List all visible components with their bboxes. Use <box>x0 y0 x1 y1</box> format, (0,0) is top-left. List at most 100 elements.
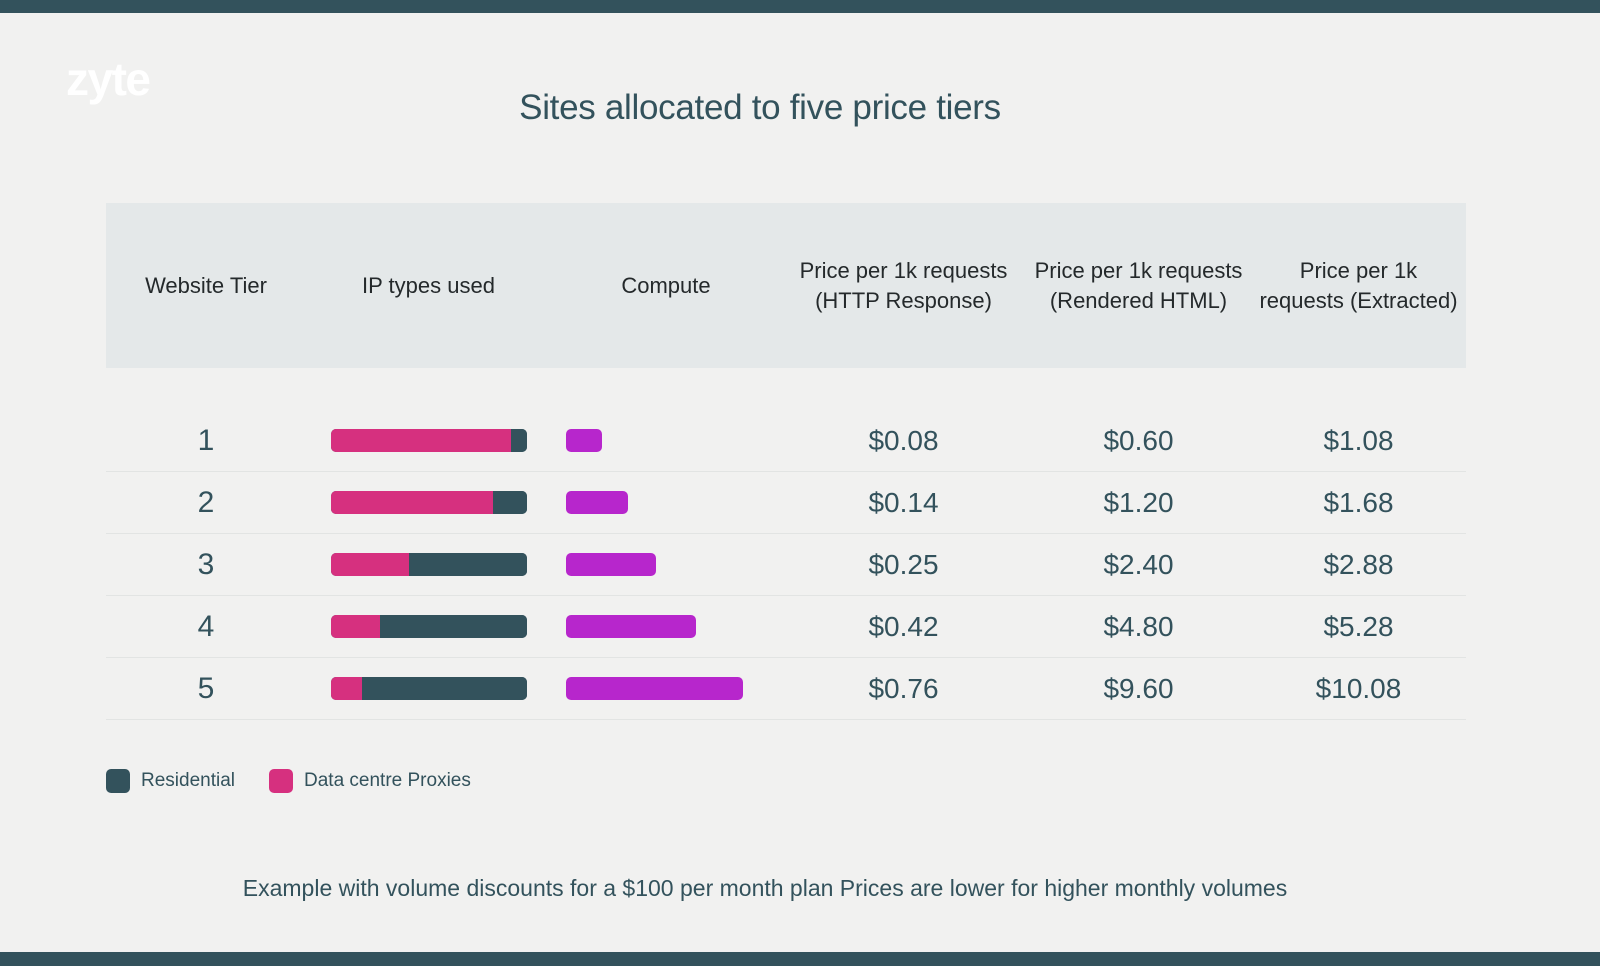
cell-price-extracted: $1.68 <box>1251 472 1466 533</box>
column-header-price-rendered: Price per 1k requests (Rendered HTML) <box>1034 257 1243 313</box>
price-http-value: $0.76 <box>868 672 939 704</box>
cell-website-tier: 4 <box>106 596 306 657</box>
cell-ip-types-used <box>306 658 551 719</box>
cell-compute <box>551 658 781 719</box>
cell-price-http: $0.76 <box>781 658 1026 719</box>
compute-bar <box>566 429 602 452</box>
price-extracted-value: $10.08 <box>1315 672 1402 704</box>
column-header-price-http: Price per 1k requests (HTTP Response) <box>799 257 1008 313</box>
cell-website-tier: 2 <box>106 472 306 533</box>
cell-price-extracted: $2.88 <box>1251 534 1466 595</box>
column-header-price-extracted: Price per 1k requests (Extracted) <box>1259 257 1458 313</box>
cell-ip-types-used <box>306 534 551 595</box>
legend: Residential Data centre Proxies <box>106 769 471 793</box>
ip-segment-residential <box>379 615 527 638</box>
cell-price-rendered: $4.80 <box>1026 596 1251 657</box>
price-http-value: $0.08 <box>868 424 939 456</box>
table-row: 5 $0.76 $9.60 $10.08 <box>106 658 1466 720</box>
footnote: Example with volume discounts for a $100… <box>242 875 1288 901</box>
price-rendered-value: $1.20 <box>1103 486 1174 518</box>
ip-segment-residential <box>361 677 527 700</box>
bottom-accent-bar <box>0 952 1600 966</box>
ip-segment-datacentre-proxies <box>330 615 380 638</box>
compute-bar-track <box>566 677 766 700</box>
cell-website-tier: 3 <box>106 534 306 595</box>
cell-compute <box>551 410 781 471</box>
table-row: 1 $0.08 $0.60 $1.08 <box>106 410 1466 472</box>
tier-number: 5 <box>197 671 215 705</box>
ip-segment-datacentre-proxies <box>330 429 511 452</box>
legend-item: Residential <box>106 769 235 793</box>
ip-segment-residential <box>493 491 527 514</box>
cell-price-http: $0.08 <box>781 410 1026 471</box>
ip-segment-residential <box>408 553 527 576</box>
legend-swatch-icon <box>106 769 130 793</box>
cell-price-extracted: $1.08 <box>1251 410 1466 471</box>
compute-bar-track <box>566 491 766 514</box>
tier-number: 2 <box>197 485 215 519</box>
ip-mix-bar <box>330 491 527 514</box>
ip-mix-bar <box>330 429 527 452</box>
ip-mix-bar <box>330 615 527 638</box>
legend-swatch-icon <box>269 769 293 793</box>
cell-price-http: $0.14 <box>781 472 1026 533</box>
cell-price-rendered: $0.60 <box>1026 410 1251 471</box>
compute-bar <box>566 677 743 700</box>
cell-compute <box>551 596 781 657</box>
compute-bar <box>566 491 628 514</box>
cell-compute <box>551 534 781 595</box>
column-header-ip-types-used: IP types used <box>362 272 495 298</box>
cell-price-rendered: $9.60 <box>1026 658 1251 719</box>
pricing-table: Website Tier IP types used Compute Price… <box>106 203 1466 720</box>
ip-mix-bar <box>330 677 527 700</box>
price-rendered-value: $2.40 <box>1103 548 1174 580</box>
price-extracted-value: $1.68 <box>1323 486 1394 518</box>
compute-bar-track <box>566 553 766 576</box>
table-row: 3 $0.25 $2.40 $2.88 <box>106 534 1466 596</box>
table-row: 2 $0.14 $1.20 $1.68 <box>106 472 1466 534</box>
cell-price-rendered: $2.40 <box>1026 534 1251 595</box>
ip-segment-datacentre-proxies <box>330 553 409 576</box>
price-extracted-value: $2.88 <box>1323 548 1394 580</box>
cell-price-extracted: $5.28 <box>1251 596 1466 657</box>
legend-label: Residential <box>141 770 235 791</box>
cell-ip-types-used <box>306 410 551 471</box>
content-area: zyte Sites allocated to five price tiers… <box>0 13 1600 966</box>
legend-label: Data centre Proxies <box>304 770 471 791</box>
cell-ip-types-used <box>306 596 551 657</box>
compute-bar-track <box>566 429 766 452</box>
page-title: Sites allocated to five price tiers <box>519 88 1001 127</box>
cell-price-http: $0.25 <box>781 534 1026 595</box>
cell-compute <box>551 472 781 533</box>
column-header-compute: Compute <box>621 272 711 298</box>
compute-bar <box>566 553 656 576</box>
cell-website-tier: 1 <box>106 410 306 471</box>
price-rendered-value: $0.60 <box>1103 424 1174 456</box>
price-http-value: $0.14 <box>868 486 939 518</box>
tier-number: 4 <box>197 609 215 643</box>
price-rendered-value: $4.80 <box>1103 610 1174 642</box>
cell-price-http: $0.42 <box>781 596 1026 657</box>
table-row: 4 $0.42 $4.80 $5.28 <box>106 596 1466 658</box>
price-http-value: $0.42 <box>868 610 939 642</box>
ip-mix-bar <box>330 553 527 576</box>
top-accent-bar <box>0 0 1600 13</box>
price-extracted-value: $1.08 <box>1323 424 1394 456</box>
price-extracted-value: $5.28 <box>1323 610 1394 642</box>
tier-number: 3 <box>197 547 215 581</box>
tier-number: 1 <box>197 423 215 457</box>
ip-segment-datacentre-proxies <box>330 491 494 514</box>
ip-segment-datacentre-proxies <box>330 677 362 700</box>
cell-ip-types-used <box>306 472 551 533</box>
infographic-page: zyte Sites allocated to five price tiers… <box>0 0 1600 966</box>
compute-bar-track <box>566 615 766 638</box>
cell-price-rendered: $1.20 <box>1026 472 1251 533</box>
compute-bar <box>566 615 696 638</box>
cell-price-extracted: $10.08 <box>1251 658 1466 719</box>
table-body: 1 $0.08 $0.60 $1.08 2 $0.14 $1.20 $1.68 3 $0.25 $2… <box>106 368 1466 720</box>
price-rendered-value: $9.60 <box>1103 672 1174 704</box>
column-header-website-tier: Website Tier <box>145 272 267 298</box>
cell-website-tier: 5 <box>106 658 306 719</box>
ip-segment-residential <box>510 429 527 452</box>
table-header-row: Website Tier IP types used Compute Price… <box>106 203 1466 368</box>
